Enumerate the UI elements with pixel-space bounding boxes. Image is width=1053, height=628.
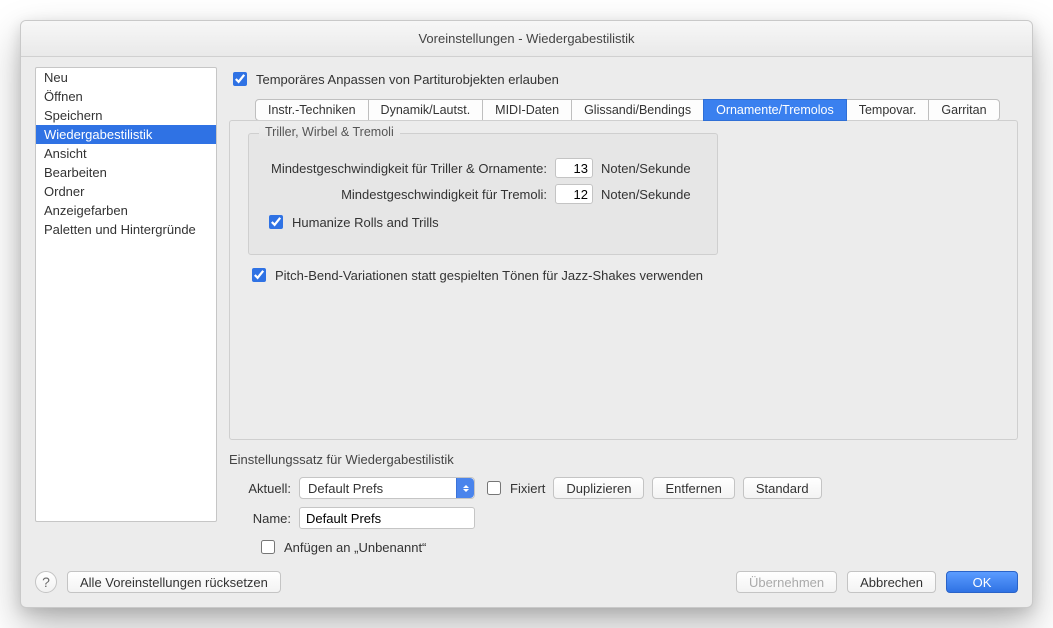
tab[interactable]: Dynamik/Lautst. (368, 99, 484, 121)
name-label: Name: (229, 511, 291, 526)
min-speed-tremoli-label: Mindestgeschwindigkeit für Tremoli: (265, 187, 555, 202)
preset-name-input[interactable] (299, 507, 475, 529)
allow-temp-adjust-row[interactable]: Temporäres Anpassen von Partiturobjekten… (229, 69, 1018, 89)
trills-group-title: Triller, Wirbel & Tremoli (259, 125, 400, 139)
cancel-button[interactable]: Abbrechen (847, 571, 936, 593)
sidebar-item[interactable]: Anzeigefarben (36, 201, 216, 220)
trills-group: Triller, Wirbel & Tremoli Mindestgeschwi… (248, 133, 718, 255)
unit-1: Noten/Sekunde (601, 161, 691, 176)
duplicate-button[interactable]: Duplizieren (553, 477, 644, 499)
footer-bar: ? Alle Voreinstellungen rücksetzen Übern… (21, 561, 1032, 607)
window-title: Voreinstellungen - Wiedergabestilistik (418, 31, 634, 46)
allow-temp-adjust-checkbox[interactable] (233, 72, 247, 86)
fixed-checkbox[interactable] (487, 481, 501, 495)
allow-temp-adjust-label: Temporäres Anpassen von Partiturobjekten… (256, 72, 559, 87)
sidebar-item[interactable]: Bearbeiten (36, 163, 216, 182)
min-speed-trills-input[interactable] (555, 158, 593, 178)
tab[interactable]: Tempovar. (846, 99, 930, 121)
sidebar-item[interactable]: Öffnen (36, 87, 216, 106)
tab[interactable]: Instr.-Techniken (255, 99, 369, 121)
preferences-window: Voreinstellungen - Wiedergabestilistik N… (20, 20, 1033, 608)
pitchbend-label: Pitch-Bend-Variationen statt gespielten … (275, 268, 703, 283)
tab-bar: Instr.-TechnikenDynamik/Lautst.MIDI-Date… (229, 99, 1018, 121)
tab-panel-ornamente: Triller, Wirbel & Tremoli Mindestgeschwi… (229, 120, 1018, 440)
remove-button[interactable]: Entfernen (652, 477, 734, 499)
humanize-row[interactable]: Humanize Rolls and Trills (265, 212, 701, 232)
min-speed-tremoli-input[interactable] (555, 184, 593, 204)
humanize-checkbox[interactable] (269, 215, 283, 229)
preset-section-title: Einstellungssatz für Wiedergabestilistik (229, 452, 1018, 467)
humanize-label: Humanize Rolls and Trills (292, 215, 439, 230)
sidebar-item[interactable]: Ordner (36, 182, 216, 201)
tab[interactable]: MIDI-Daten (482, 99, 572, 121)
main-panel: Temporäres Anpassen von Partiturobjekten… (229, 67, 1018, 561)
category-sidebar[interactable]: NeuÖffnenSpeichernWiedergabestilistikAns… (35, 67, 217, 522)
fixed-label: Fixiert (510, 481, 545, 496)
tab[interactable]: Ornamente/Tremolos (703, 99, 847, 121)
pitchbend-row[interactable]: Pitch-Bend-Variationen statt gespielten … (248, 265, 999, 285)
fixed-row[interactable]: Fixiert (483, 478, 545, 498)
current-preset-select[interactable]: Default Prefs (299, 477, 475, 499)
pitchbend-checkbox[interactable] (252, 268, 266, 282)
attach-row[interactable]: Anfügen an „Unbenannt“ (257, 537, 1018, 557)
attach-checkbox[interactable] (261, 540, 275, 554)
sidebar-item[interactable]: Paletten und Hintergründe (36, 220, 216, 239)
standard-button[interactable]: Standard (743, 477, 822, 499)
current-label: Aktuell: (229, 481, 291, 496)
sidebar-item[interactable]: Neu (36, 68, 216, 87)
attach-label: Anfügen an „Unbenannt“ (284, 540, 426, 555)
unit-2: Noten/Sekunde (601, 187, 691, 202)
tab[interactable]: Garritan (928, 99, 999, 121)
sidebar-item[interactable]: Ansicht (36, 144, 216, 163)
current-preset-value: Default Prefs (308, 481, 383, 496)
ok-button[interactable]: OK (946, 571, 1018, 593)
min-speed-trills-label: Mindestgeschwindigkeit für Triller & Orn… (265, 161, 555, 176)
tab[interactable]: Glissandi/Bendings (571, 99, 704, 121)
reset-all-button[interactable]: Alle Voreinstellungen rücksetzen (67, 571, 281, 593)
window-titlebar: Voreinstellungen - Wiedergabestilistik (21, 21, 1032, 57)
sidebar-item[interactable]: Speichern (36, 106, 216, 125)
select-stepper-icon (456, 478, 474, 498)
apply-button[interactable]: Übernehmen (736, 571, 837, 593)
sidebar-item[interactable]: Wiedergabestilistik (36, 125, 216, 144)
help-button[interactable]: ? (35, 571, 57, 593)
